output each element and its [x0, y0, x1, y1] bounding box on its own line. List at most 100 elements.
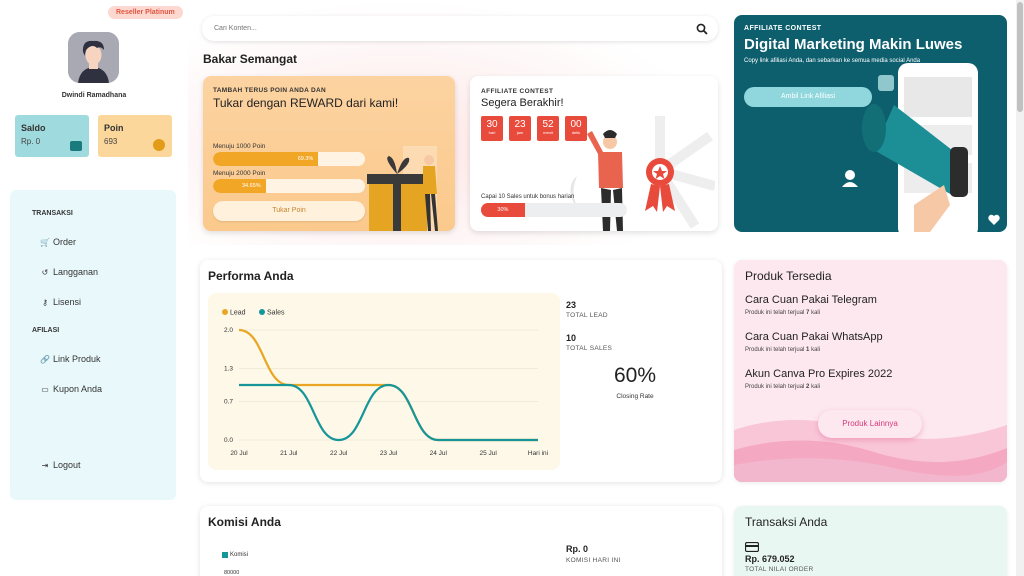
sold-prefix: Produk ini telah terjual [745, 347, 805, 353]
affiliate-card: AFFILIATE CONTEST Digital Marketing Maki… [734, 15, 1007, 232]
contest-card: AFFILIATE CONTEST Segera Berakhir! 30 har… [470, 76, 718, 231]
chart-ytick-label: 0.7 [224, 399, 233, 406]
countdown-unit: hari [488, 130, 496, 135]
chart-xtick-label: 24 Jul [430, 450, 448, 457]
countdown-days: 30 hari [481, 116, 503, 141]
komisi-card: Komisi Anda Komisi 80000 Rp. 0 KOMISI HA… [200, 506, 722, 576]
komisi-legend: Komisi [222, 552, 248, 558]
contest-small-text: AFFILIATE CONTEST [481, 88, 554, 95]
sidebar-item-link-produk[interactable]: 🔗 Link Produk [40, 354, 101, 364]
saldo-card[interactable]: Saldo Rp. 0 [15, 115, 89, 157]
sidebar-item-label: Kupon Anda [53, 384, 103, 394]
logout-label: Logout [53, 460, 81, 470]
sidebar-item-kupon[interactable]: ▭ Kupon Anda [40, 384, 102, 394]
key-icon: ⚷ [42, 297, 48, 307]
scrollbar[interactable] [1016, 0, 1024, 576]
contest-progress-bar: 30% [481, 203, 627, 217]
scrollbar-thumb[interactable] [1017, 2, 1023, 112]
sidebar-item-label: Langganan [53, 267, 99, 277]
cart-icon: 🛒 [40, 237, 50, 247]
affiliate-desc: Copy link afiliasi Anda, dan sebarkan ke… [744, 58, 921, 64]
poin-card[interactable]: Poin 693 [98, 115, 172, 157]
produk-lainnya-button[interactable]: Produk Lainnya [818, 410, 922, 438]
progress-label-2000: Menuju 2000 Poin [213, 170, 266, 177]
sold-count: 7 [806, 310, 810, 316]
affiliate-title: Digital Marketing Makin Luwes [744, 36, 963, 53]
sidebar-item-label: Link Produk [53, 354, 101, 364]
saldo-label: Saldo [21, 123, 46, 133]
legend-swatch [222, 552, 228, 558]
sidebar-item-label: Lisensi [53, 297, 82, 307]
ticket-icon: ▭ [41, 384, 49, 394]
product-sold: Produk ini telah terjual 2 kali [745, 384, 892, 390]
product-sold: Produk ini telah terjual 1 kali [745, 347, 883, 353]
sidebar-menu: TRANSAKSI 🛒 Order ↺ Langganan ⚷ Lisensi … [10, 190, 176, 500]
progress-fill-2000: 34.65% [213, 179, 266, 193]
sidebar-item-langganan[interactable]: ↺ Langganan [40, 267, 98, 277]
search-input[interactable] [202, 16, 682, 41]
affiliate-small-text: AFFILIATE CONTEST [744, 25, 822, 32]
countdown-unit: menit [543, 130, 553, 135]
chart-legend-label: Lead [230, 310, 246, 317]
chart-ytick-label: 2.0 [224, 327, 233, 334]
performa-chart: 2.0 1.3 0.7 0.0 20 Jul 21 Jul 22 Jul 23 Jul 24 J… [222, 309, 548, 457]
poin-label: Poin [104, 123, 124, 133]
product-item[interactable]: Cara Cuan Pakai Telegram Produk ini tela… [745, 294, 877, 316]
section-afilasi: AFILASI [32, 327, 60, 334]
contest-progress-text: 30% [497, 207, 509, 213]
countdown-minutes: 52 menit [537, 116, 559, 141]
search-bar [202, 16, 718, 41]
coins-icon [153, 139, 165, 151]
product-name: Akun Canva Pro Expires 2022 [745, 368, 893, 380]
sold-prefix: Produk ini telah terjual [745, 384, 805, 390]
reward-title: Tukar dengan REWARD dari kami! [213, 96, 399, 110]
komisi-today-value: Rp. 0 [566, 544, 589, 554]
total-lead-value: 23 [566, 300, 577, 310]
reward-card: TAMBAH TERUS POIN ANDA DAN Tukar dengan … [203, 76, 455, 231]
transaksi-title: Transaksi Anda [745, 515, 828, 529]
total-sales-label: TOTAL SALES [566, 345, 613, 352]
sidebar-item-order[interactable]: 🛒 Order [40, 237, 76, 247]
sold-count: 2 [806, 384, 810, 390]
chart-xtick-label: Hari ini [528, 450, 548, 457]
transaksi-value: Rp. 679.052 [745, 554, 795, 564]
logout-icon: ⇥ [41, 460, 49, 470]
ambil-link-button[interactable]: Ambil Link Afiliasi [744, 87, 872, 107]
chart-legend-marker [222, 309, 228, 315]
performa-chart-container: 2.0 1.3 0.7 0.0 20 Jul 21 Jul 22 Jul 23 Jul 24 J… [208, 293, 560, 470]
chart-xtick-label: 25 Jul [479, 450, 497, 457]
product-name: Cara Cuan Pakai WhatsApp [745, 331, 883, 343]
tukar-poin-button[interactable]: Tukar Poin [213, 201, 365, 221]
sidebar-item-lisensi[interactable]: ⚷ Lisensi [40, 297, 81, 307]
history-icon: ↺ [41, 267, 49, 277]
produk-title: Produk Tersedia [745, 269, 832, 283]
komisi-title: Komisi Anda [208, 515, 281, 529]
closing-rate-label: Closing Rate [616, 393, 654, 400]
total-sales-value: 10 [566, 333, 577, 343]
chart-xtick-label: 21 Jul [280, 450, 298, 457]
sold-count: 1 [806, 347, 810, 353]
contest-note: Capai 10 Sales untuk bonus harian [481, 194, 575, 200]
avatar[interactable] [68, 32, 119, 83]
progress-label-1000: Menuju 1000 Poin [213, 143, 266, 150]
transaksi-card: Transaksi Anda Rp. 679.052 TOTAL NILAI O… [734, 506, 1007, 576]
product-sold: Produk ini telah terjual 7 kali [745, 310, 877, 316]
sidebar: Reseller Platinum Dwindi Ramadhana Saldo… [0, 0, 188, 576]
performa-card: Performa Anda 2.0 1.3 0.7 0.0 20 Jul 21 Jul 22… [200, 260, 722, 482]
performa-title: Performa Anda [208, 269, 294, 283]
komisi-today-label: KOMISI HARI INI [566, 557, 621, 564]
link-icon: 🔗 [40, 354, 50, 364]
countdown-number: 23 [514, 119, 526, 130]
logout-button[interactable]: ⇥ Logout [40, 460, 81, 470]
progress-text-1000: 69.3% [297, 156, 314, 162]
search-icon[interactable] [696, 22, 708, 40]
reseller-badge: Reseller Platinum [108, 6, 183, 19]
progress-bar-1000: 69.3% [213, 152, 365, 166]
countdown-number: 30 [486, 119, 498, 130]
product-item[interactable]: Akun Canva Pro Expires 2022 Produk ini t… [745, 368, 892, 390]
chart-xtick-label: 22 Jul [330, 450, 348, 457]
chart-ytick-label: 1.3 [224, 366, 233, 373]
product-item[interactable]: Cara Cuan Pakai WhatsApp Produk ini tela… [745, 331, 883, 353]
progress-fill-1000: 69.3% [213, 152, 319, 166]
countdown-number: 52 [542, 119, 554, 130]
